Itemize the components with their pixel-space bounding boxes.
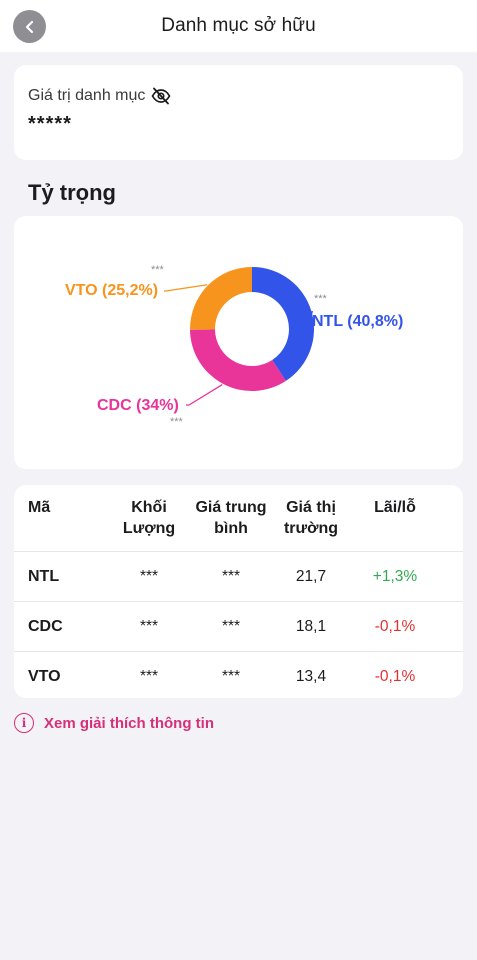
col-header-market-price: Giá thị trường xyxy=(276,497,346,539)
info-icon: i xyxy=(14,713,34,733)
slice-hidden-ntl: *** xyxy=(314,293,328,305)
portfolio-value-label: Giá trị danh mục xyxy=(28,87,146,104)
col-header-code: Mã xyxy=(28,499,51,516)
col-header-volume: Khối Lượng xyxy=(114,497,184,539)
slice-label-cdc: CDC (34%) xyxy=(97,397,179,414)
cell-code: VTO xyxy=(28,668,61,685)
slice-label-ntl: NTL (40,8%) xyxy=(312,313,403,330)
cell-volume: *** xyxy=(139,568,159,585)
col-header-avg-line2: bình xyxy=(214,520,248,537)
table-row[interactable]: NTL *** *** 21,7 +1,3% xyxy=(14,551,463,601)
chevron-left-icon xyxy=(25,20,33,33)
allocation-chart-card: NTL (40,8%) CDC (34%) VTO (25,2%) *** **… xyxy=(14,216,463,469)
top-bar: Danh mục sở hữu xyxy=(0,0,477,52)
info-link-label: Xem giải thích thông tin xyxy=(44,714,214,732)
slice-ntl[interactable] xyxy=(252,267,314,381)
col-header-volume-line1: Khối xyxy=(131,499,167,516)
table-row[interactable]: VTO *** *** 13,4 -0,1% xyxy=(14,651,463,698)
cell-volume: *** xyxy=(139,618,159,635)
slice-cdc[interactable] xyxy=(190,329,286,391)
cell-avg-price: *** xyxy=(221,568,241,585)
portfolio-value-label-row: Giá trị danh mục xyxy=(28,87,171,105)
cell-avg-price: *** xyxy=(221,668,241,685)
leader-line-vto xyxy=(164,284,208,292)
col-header-volume-line2: Lượng xyxy=(122,520,176,537)
col-header-avg-price: Giá trung bình xyxy=(186,497,276,539)
cell-market-price: 13,4 xyxy=(295,668,327,685)
leader-line-cdc xyxy=(186,384,223,406)
cell-pnl: -0,1% xyxy=(374,618,416,635)
allocation-title: Tỷ trọng xyxy=(28,180,116,205)
cell-code: CDC xyxy=(28,618,63,635)
col-header-pnl: Lãi/lỗ xyxy=(374,499,416,516)
allocation-donut-chart: NTL (40,8%) CDC (34%) VTO (25,2%) *** **… xyxy=(65,264,403,428)
eye-off-icon[interactable] xyxy=(151,87,171,105)
cell-avg-price: *** xyxy=(221,618,241,635)
cell-pnl: +1,3% xyxy=(372,568,418,585)
slice-hidden-vto: *** xyxy=(151,264,165,276)
col-header-market-line2: trường xyxy=(283,520,339,537)
slice-hidden-cdc: *** xyxy=(170,416,184,428)
cell-market-price: 21,7 xyxy=(295,568,327,585)
portfolio-value-card: Giá trị danh mục ***** xyxy=(14,65,463,160)
slice-label-vto: VTO (25,2%) xyxy=(65,282,158,299)
cell-market-price: 18,1 xyxy=(295,618,327,635)
cell-pnl: -0,1% xyxy=(374,668,416,685)
col-header-avg-line1: Giá trung xyxy=(195,499,267,516)
table-row[interactable]: CDC *** *** 18,1 -0,1% xyxy=(14,601,463,651)
cell-code: NTL xyxy=(28,568,60,585)
page-title: Danh mục sở hữu xyxy=(161,15,316,36)
back-button[interactable] xyxy=(13,10,46,43)
portfolio-value-masked: ***** xyxy=(28,113,72,135)
holdings-table: Mã Khối Lượng Giá trung bình Giá thị trư… xyxy=(14,485,463,698)
cell-volume: *** xyxy=(139,668,159,685)
col-header-market-line1: Giá thị xyxy=(286,499,336,516)
slice-vto[interactable] xyxy=(190,267,252,330)
info-explanation-link[interactable]: i Xem giải thích thông tin xyxy=(14,713,214,733)
